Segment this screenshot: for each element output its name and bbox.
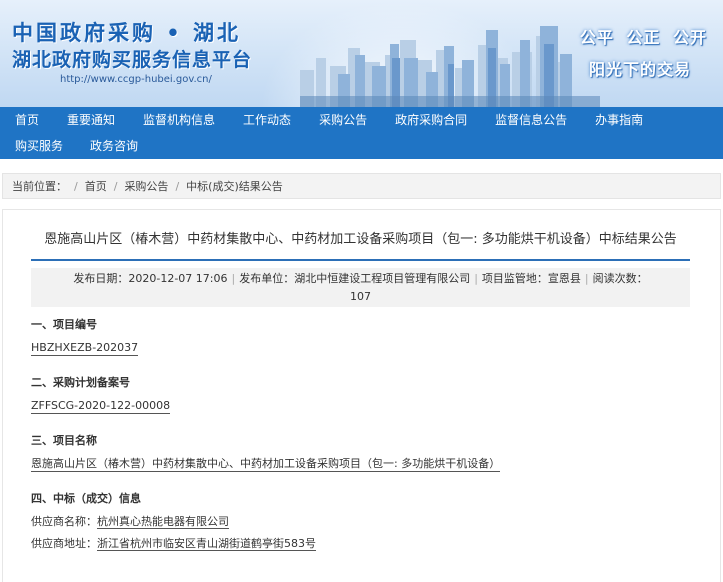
- supplier-name-value: 杭州真心热能电器有限公司: [97, 515, 229, 529]
- header-banner: 中国政府采购 • 湖北 湖北政府购买服务信息平台 http://www.ccgp…: [0, 0, 723, 107]
- meta-views-label: 阅读次数：: [592, 272, 648, 285]
- supplier-address-label: 供应商地址：: [31, 537, 97, 550]
- supplier-name-row: 供应商名称：杭州真心热能电器有限公司: [31, 514, 690, 530]
- nav-item-procurement-contracts[interactable]: 政府采购合同: [380, 107, 480, 133]
- breadcrumb-separator: /: [175, 179, 180, 193]
- breadcrumb-separator: /: [74, 179, 78, 193]
- nav-item-consultation[interactable]: 政务咨询: [75, 133, 150, 159]
- article: 恩施高山片区（椿木营）中药材集散中心、中药材加工设备采购项目（包一: 多功能烘干…: [2, 209, 721, 582]
- nav-item-work-news[interactable]: 工作动态: [228, 107, 304, 133]
- supplier-address-row: 供应商地址：浙江省杭州市临安区青山湖街道鹤亭街583号: [31, 536, 690, 552]
- article-title: 恩施高山片区（椿木营）中药材集散中心、中药材加工设备采购项目（包一: 多功能烘干…: [31, 210, 690, 261]
- supplier-address-value: 浙江省杭州市临安区青山湖街道鹤亭街583号: [97, 537, 316, 551]
- slogan-line2: 阳光下的交易: [588, 60, 691, 79]
- main-nav: 首页 重要通知 监督机构信息 工作动态 采购公告 政府采购合同 监督信息公告 办…: [0, 107, 723, 159]
- breadcrumb-procurement[interactable]: 采购公告: [124, 178, 168, 194]
- project-name-value: 恩施高山片区（椿木营）中药材集散中心、中药材加工设备采购项目（包一: 多功能烘干…: [31, 457, 501, 472]
- meta-publish-date: 发布日期：2020-12-07 17:06: [73, 272, 228, 285]
- site-title-line1: 中国政府采购 • 湖北: [12, 21, 242, 45]
- section-heading-plan-number: 二、采购计划备案号: [31, 376, 130, 389]
- breadcrumb-separator: /: [113, 179, 118, 193]
- site-title-line2: 湖北政府购买服务信息平台: [12, 49, 253, 71]
- meta-supervisor: 项目监管地：宣恩县: [481, 272, 581, 285]
- nav-item-notices[interactable]: 重要通知: [52, 107, 128, 133]
- meta-publisher: 发布单位：湖北中恒建设工程项目管理有限公司: [239, 272, 471, 285]
- nav-item-purchase-services[interactable]: 购买服务: [0, 133, 75, 159]
- section-heading-winner-info: 四、中标（成交）信息: [31, 492, 141, 505]
- nav-item-home[interactable]: 首页: [0, 107, 52, 133]
- breadcrumb: 当前位置： / 首页 / 采购公告 / 中标(成交)结果公告: [2, 173, 721, 199]
- section-heading-project-name: 三、项目名称: [31, 434, 97, 447]
- breadcrumb-home[interactable]: 首页: [85, 178, 107, 194]
- section-heading-project-number: 一、项目编号: [31, 318, 97, 331]
- nav-item-guide[interactable]: 办事指南: [580, 107, 656, 133]
- meta-views-count: 107: [350, 290, 371, 303]
- nav-item-supervision-agencies[interactable]: 监督机构信息: [128, 107, 228, 133]
- plan-number-value: ZFFSCG-2020-122-00008: [31, 399, 171, 414]
- project-number-value: HBZHXEZB-202037: [31, 341, 139, 356]
- article-meta: 发布日期：2020-12-07 17:06 | 发布单位：湖北中恒建设工程项目管理有…: [31, 268, 690, 307]
- supplier-name-label: 供应商名称：: [31, 515, 97, 528]
- slogan-line1: 公平 公正 公开: [579, 28, 707, 47]
- site-url: http://www.ccgp-hubei.gov.cn/: [60, 74, 212, 85]
- breadcrumb-label: 当前位置：: [12, 180, 67, 193]
- nav-row-2: 购买服务 政务咨询: [0, 133, 723, 159]
- nav-row-1: 首页 重要通知 监督机构信息 工作动态 采购公告 政府采购合同 监督信息公告 办…: [0, 107, 723, 133]
- nav-item-supervision-announcements[interactable]: 监督信息公告: [480, 107, 580, 133]
- breadcrumb-current[interactable]: 中标(成交)结果公告: [186, 178, 283, 194]
- nav-item-procurement-announcements[interactable]: 采购公告: [304, 107, 380, 133]
